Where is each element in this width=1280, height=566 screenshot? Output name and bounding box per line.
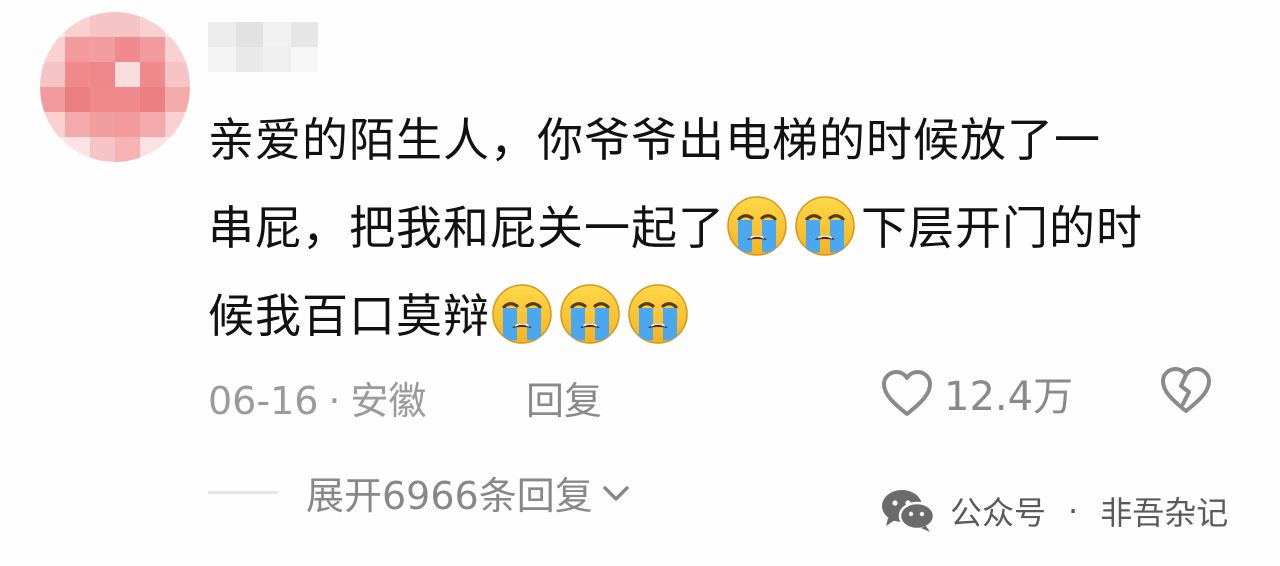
username-pixel bbox=[263, 22, 291, 47]
avatar-pixel bbox=[65, 12, 90, 37]
like-count: 12.4万 bbox=[944, 374, 1074, 420]
dislike-button[interactable] bbox=[1158, 364, 1214, 425]
avatar-pixel bbox=[165, 62, 190, 87]
comment-line-1: 亲爱的陌生人，你爷爷出电梯的时候放了一 bbox=[208, 113, 1101, 167]
avatar-pixel bbox=[115, 87, 140, 112]
avatar-pixel bbox=[65, 87, 90, 112]
reply-button[interactable]: 回复 bbox=[526, 370, 602, 425]
watermark-separator: · bbox=[1068, 492, 1079, 530]
avatar-pixel bbox=[90, 112, 115, 137]
meta-separator: · bbox=[328, 379, 341, 423]
avatar-pixel bbox=[40, 12, 65, 37]
avatar-pixel bbox=[40, 37, 65, 62]
avatar-pixel bbox=[40, 62, 65, 87]
avatar-pixel bbox=[65, 62, 90, 87]
avatar-pixel bbox=[90, 87, 115, 112]
avatar-pixel bbox=[115, 12, 140, 37]
wechat-logo-icon bbox=[882, 490, 936, 532]
avatar-pixel bbox=[115, 62, 140, 87]
broken-heart-icon bbox=[1161, 367, 1211, 413]
avatar-pixel bbox=[140, 87, 165, 112]
expand-replies[interactable]: 展开6966条回复 bbox=[208, 462, 631, 522]
chevron-down-icon[interactable] bbox=[601, 484, 631, 504]
like-button[interactable]: 12.4万 bbox=[880, 364, 1073, 422]
username-pixel bbox=[208, 47, 236, 72]
avatar-pixel bbox=[40, 87, 65, 112]
avatar-pixel bbox=[165, 112, 190, 137]
comment-screenshot: 亲爱的陌生人，你爷爷出电梯的时候放了一 串屁，把我和屁关一起了 下层开门的时 候我… bbox=[0, 0, 1280, 566]
username-pixel bbox=[235, 47, 263, 72]
crying-emoji-icon bbox=[490, 282, 554, 346]
avatar-pixel bbox=[40, 137, 65, 162]
avatar[interactable] bbox=[40, 12, 190, 162]
watermark-account-type: 公众号 bbox=[950, 494, 1047, 532]
avatar-pixel bbox=[115, 137, 140, 162]
avatar-pixel bbox=[90, 37, 115, 62]
username-blurred[interactable] bbox=[208, 22, 318, 72]
avatar-pixel bbox=[90, 62, 115, 87]
avatar-pixel bbox=[65, 137, 90, 162]
comment-meta-row: 06-16 · 安徽 回复 12.4万 bbox=[208, 362, 1218, 425]
avatar-pixel bbox=[165, 137, 190, 162]
avatar-pixel bbox=[90, 137, 115, 162]
avatar-pixel bbox=[65, 37, 90, 62]
expand-replies-label[interactable]: 展开6966条回复 bbox=[306, 465, 593, 520]
comment-date-location: 06-16 · 安徽 bbox=[208, 370, 427, 425]
avatar-pixel bbox=[90, 12, 115, 37]
avatar-pixel bbox=[115, 37, 140, 62]
heart-icon bbox=[882, 370, 932, 416]
avatar-pixel bbox=[165, 87, 190, 112]
crying-emoji-icon bbox=[558, 282, 622, 346]
comment-line-2: 串屁，把我和屁关一起了 下层开门的时 bbox=[208, 184, 1218, 272]
avatar-pixel bbox=[165, 12, 190, 37]
avatar-pixel bbox=[40, 112, 65, 137]
avatar-pixel bbox=[140, 112, 165, 137]
crying-emoji-icon bbox=[626, 282, 690, 346]
crying-emoji-icon bbox=[793, 194, 857, 258]
username-pixel bbox=[290, 47, 318, 72]
watermark: 公众号 · 非吾杂记 bbox=[880, 486, 1228, 536]
avatar-pixel bbox=[65, 112, 90, 137]
avatar-pixel bbox=[140, 137, 165, 162]
avatar-pixel bbox=[140, 62, 165, 87]
comment-location: 安徽 bbox=[350, 379, 427, 423]
avatar-pixel bbox=[165, 37, 190, 62]
comment-body: 亲爱的陌生人，你爷爷出电梯的时候放了一 串屁，把我和屁关一起了 下层开门的时 候我… bbox=[208, 96, 1218, 360]
watermark-name: 非吾杂记 bbox=[1100, 494, 1229, 532]
comment-line-2-text-a: 串屁，把我和屁关一起了 bbox=[208, 201, 725, 255]
avatar-pixel bbox=[140, 37, 165, 62]
crying-emoji-icon bbox=[725, 194, 789, 258]
comment-line-3: 候我百口莫辩 bbox=[208, 272, 1218, 360]
comment-line-2-text-b: 下层开门的时 bbox=[861, 201, 1143, 255]
expand-divider bbox=[208, 490, 278, 494]
username-pixel bbox=[235, 22, 263, 47]
username-pixel bbox=[290, 22, 318, 47]
avatar-pixel bbox=[115, 112, 140, 137]
comment-date: 06-16 bbox=[208, 379, 319, 423]
avatar-pixel bbox=[140, 12, 165, 37]
username-pixel bbox=[208, 22, 236, 47]
comment-line-3-text: 候我百口莫辩 bbox=[208, 289, 490, 343]
username-pixel bbox=[263, 47, 291, 72]
